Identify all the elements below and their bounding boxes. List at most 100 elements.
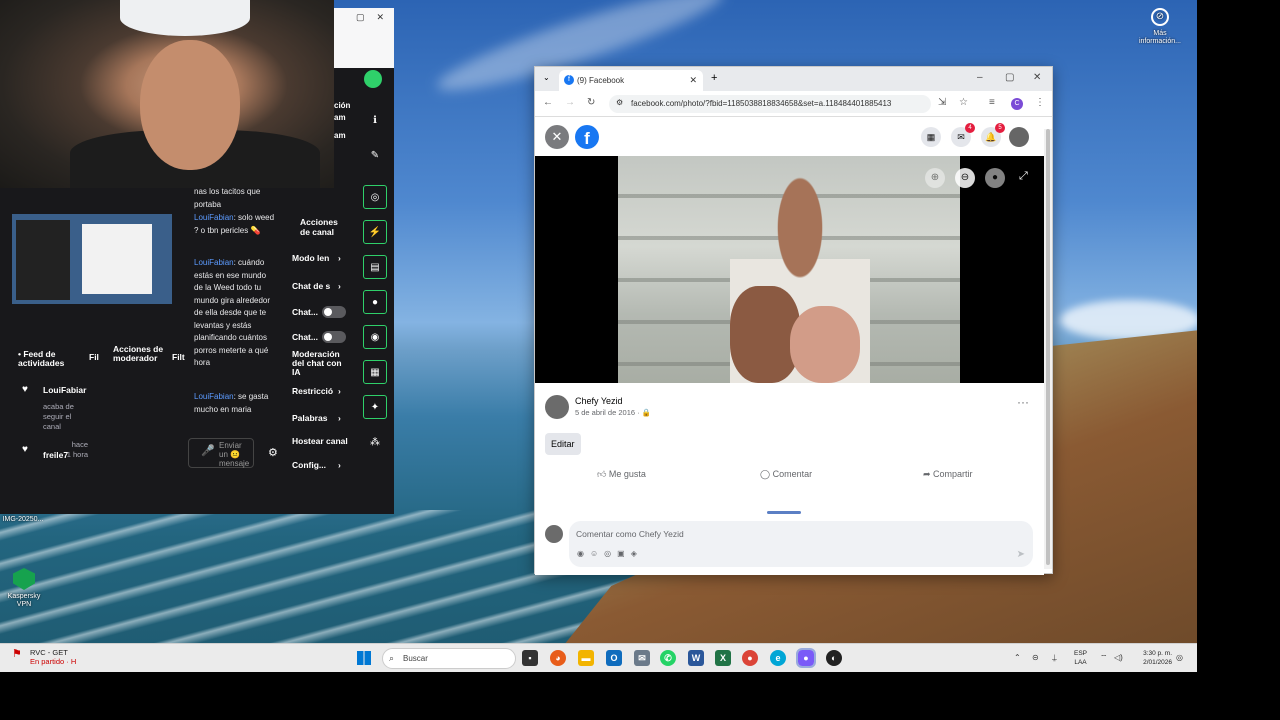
zoom-out-icon[interactable]: ⊖	[955, 168, 975, 188]
close-tab-icon[interactable]: ✕	[689, 75, 697, 86]
broadcast-icon[interactable]: ◉	[363, 325, 387, 349]
profile-icon[interactable]: C	[1011, 98, 1023, 110]
share-button[interactable]: ➦ Compartir	[923, 469, 973, 480]
edge-icon[interactable]: e	[770, 650, 786, 666]
server-icon[interactable]: ▦	[363, 360, 387, 384]
edit-button[interactable]: Editar	[545, 433, 581, 455]
mod-filter-button[interactable]: Filt	[172, 353, 185, 362]
action-host[interactable]: Hostear canal	[292, 436, 352, 446]
pencil-icon[interactable]: ✎	[363, 143, 387, 167]
whatsapp-icon[interactable]: ✆	[660, 650, 676, 666]
more-options-icon[interactable]: ···	[1017, 395, 1029, 409]
feed-item[interactable]: ♥ freile7 hace 1 hora	[22, 440, 88, 460]
like-button[interactable]: 👍︎ Me gusta	[597, 469, 646, 480]
close-window-icon[interactable]: ✕	[1033, 72, 1041, 83]
menu-dots-icon[interactable]: ⋮	[1035, 97, 1045, 108]
wifi-icon[interactable]: ⌔	[1100, 653, 1108, 663]
tag-icon[interactable]: ●	[985, 168, 1005, 188]
chrome-icon[interactable]: ●	[742, 650, 758, 666]
account-avatar[interactable]	[1009, 127, 1029, 147]
action-ai-moderation[interactable]: Moderación del chat con IA	[292, 350, 350, 377]
action-restrictions[interactable]: Restricció ›	[292, 386, 352, 396]
clock[interactable]: 3:30 p. m. 2/01/2026	[1134, 649, 1172, 667]
chat-bubble-icon[interactable]: ●	[363, 290, 387, 314]
chat-toggle[interactable]	[322, 331, 346, 343]
obs-icon[interactable]: ◐	[826, 650, 842, 666]
scrollbar[interactable]	[1044, 129, 1052, 569]
desktop-info-icon[interactable]: ⊘ Más información...	[1138, 8, 1182, 46]
widgets-news[interactable]: ⚑ RVC - GET En partido · H	[12, 648, 76, 666]
tab-facebook[interactable]: f (9) Facebook ✕	[559, 70, 703, 91]
task-view-icon[interactable]: ▪	[522, 650, 538, 666]
send-icon[interactable]: ➤	[1017, 549, 1025, 560]
apps-grid-icon[interactable]: ▦	[921, 127, 941, 147]
wrench-icon[interactable]: ✦	[363, 395, 387, 419]
chat-toggle[interactable]	[322, 306, 346, 318]
chat-username[interactable]: LouiFabian	[194, 213, 234, 222]
lightning-icon[interactable]: ⚡	[363, 220, 387, 244]
start-windows-icon[interactable]	[357, 651, 371, 665]
action-config[interactable]: Config... ›	[292, 460, 352, 470]
facebook-logo-icon[interactable]: f	[575, 125, 599, 149]
tab-search-icon[interactable]: ≡	[989, 97, 995, 108]
outlook-icon[interactable]: O	[606, 650, 622, 666]
author-name[interactable]: Chefy Yezid	[575, 396, 623, 406]
mic-tray-icon[interactable]: ⍊	[1052, 653, 1057, 663]
notification-icon[interactable]: ◎	[1176, 653, 1183, 662]
feed-item[interactable]: ♥ LouiFabiar acaba de seguir el canal	[22, 384, 86, 431]
restore-icon[interactable]: ▢	[356, 12, 365, 23]
zoom-in-icon[interactable]: ⊕	[925, 168, 945, 188]
install-icon[interactable]: ⇲	[938, 97, 946, 108]
show-hidden-icons[interactable]: ⌃	[1014, 653, 1021, 662]
reload-icon[interactable]: ↻	[587, 97, 595, 108]
document-icon[interactable]: ▤	[363, 255, 387, 279]
feed-filter-button[interactable]: Fil	[89, 353, 99, 362]
excel-icon[interactable]: X	[715, 650, 731, 666]
back-icon[interactable]: ←	[543, 97, 553, 108]
chrome-profile-icon[interactable]: ●	[796, 648, 816, 668]
comment-button[interactable]: ◯ Comentar	[760, 469, 812, 480]
volume-icon[interactable]: ◁)	[1114, 653, 1123, 662]
minimize-icon[interactable]: –	[977, 72, 983, 83]
firefox-icon[interactable]: ◕	[550, 650, 566, 666]
mic-icon[interactable]: 🎤	[201, 446, 215, 457]
maximize-icon[interactable]: ▢	[1005, 72, 1014, 83]
fullscreen-icon[interactable]: ⤢	[1019, 170, 1028, 183]
chat-username[interactable]: LouiFabian	[194, 392, 234, 401]
chat-username[interactable]: LouiFabian	[194, 258, 234, 267]
author-avatar[interactable]	[545, 395, 569, 419]
desktop-image-file[interactable]: IMG-20250...	[0, 516, 46, 524]
network-drive-icon[interactable]: ⊝	[1032, 653, 1039, 662]
action-label: Chat de s	[292, 281, 331, 291]
users-icon[interactable]: ⁂	[363, 430, 387, 454]
word-icon[interactable]: W	[688, 650, 704, 666]
messenger-icon[interactable]: ✉ 4	[951, 123, 975, 147]
tab-list-icon[interactable]: ⌄	[543, 73, 550, 82]
info-icon[interactable]: ℹ	[363, 108, 387, 132]
desktop-kaspersky[interactable]: Kaspersky VPN	[4, 568, 44, 609]
camera-icon[interactable]: ◎	[363, 185, 387, 209]
photo-viewer[interactable]: ⊕ ⊖ ● ⤢	[535, 156, 1044, 383]
action-slow-mode[interactable]: Modo len ›	[292, 253, 352, 263]
profile-avatar[interactable]	[364, 70, 382, 88]
chat-input[interactable]: 🎤 Enviar un 😐 mensaje	[188, 438, 254, 468]
forward-icon[interactable]: →	[565, 97, 575, 108]
language-indicator[interactable]: ESP LAA	[1074, 649, 1087, 667]
file-explorer-icon[interactable]: ▬	[578, 650, 594, 666]
close-photo-icon[interactable]: ✕	[545, 125, 569, 149]
scrollbar-thumb[interactable]	[1046, 129, 1050, 565]
new-tab-icon[interactable]: +	[711, 72, 717, 84]
post-date[interactable]: 5 de abril de 2016 · 🔒	[575, 408, 651, 417]
address-bar[interactable]: ⚙ facebook.com/photo/?fbid=1185038818834…	[609, 95, 931, 113]
action-sub-chat[interactable]: Chat de s ›	[292, 281, 352, 291]
site-info-icon[interactable]: ⚙	[616, 98, 623, 107]
notifications-bell-icon[interactable]: 🔔 5	[981, 123, 1005, 147]
mail-icon[interactable]: ✉	[634, 650, 650, 666]
comment-input[interactable]: Comentar como Chefy Yezid ◉☺◎▣◈ ➤	[569, 521, 1033, 567]
close-icon[interactable]: ✕	[376, 12, 384, 23]
taskbar-search[interactable]: ⌕ Buscar	[382, 648, 516, 669]
comment-tools-icons[interactable]: ◉☺◎▣◈	[577, 549, 643, 558]
bookmark-star-icon[interactable]: ☆	[959, 97, 968, 108]
gear-icon[interactable]: ⚙	[268, 446, 278, 459]
action-words[interactable]: Palabras ›	[292, 413, 352, 423]
